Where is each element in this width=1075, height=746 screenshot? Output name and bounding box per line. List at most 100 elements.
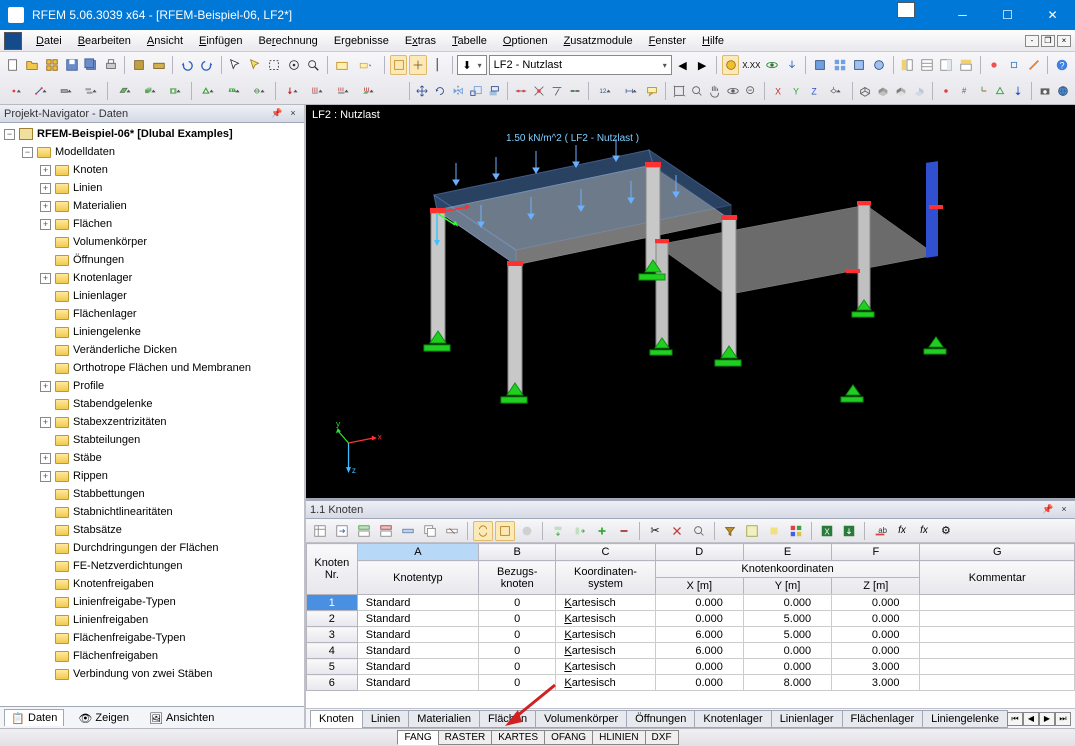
mdi-close[interactable]: × (1057, 35, 1071, 47)
tree-item[interactable]: Stabteilungen (0, 431, 304, 449)
tree-item[interactable]: Knotenfreigaben (0, 575, 304, 593)
tb-library[interactable] (130, 55, 148, 75)
tt-fill-down[interactable] (548, 521, 568, 541)
cell-sys[interactable]: Kartesisch (556, 611, 655, 627)
col-knotentyp[interactable]: Knotentyp (357, 561, 478, 595)
tb-dimension[interactable] (619, 81, 642, 101)
tb-find[interactable] (305, 55, 323, 75)
tb-print[interactable] (102, 55, 120, 75)
ttab-first[interactable]: ⏮ (1007, 712, 1023, 726)
combo-loadcase[interactable]: LF2 - Nutzlast▾ (489, 55, 672, 75)
col-C-letter[interactable]: C (556, 544, 655, 561)
combo-loadcase-icon[interactable]: ⬇▾ (457, 55, 486, 75)
ttab-prev[interactable]: ◀ (1023, 712, 1039, 726)
cell-comment[interactable] (920, 627, 1075, 643)
table-row[interactable]: 3 Standard 0 Kartesisch 6.000 5.000 0.00… (306, 627, 1074, 643)
tree-item[interactable]: Linienlager (0, 287, 304, 305)
tb-load-member[interactable] (331, 81, 354, 101)
tb-join[interactable] (567, 81, 583, 101)
cell-x[interactable]: 0.000 (655, 611, 743, 627)
tb-connect[interactable] (531, 81, 547, 101)
status-tab[interactable]: DXF (645, 730, 679, 745)
tb-memberset[interactable] (79, 81, 102, 101)
col-kommentar[interactable]: Kommentar (920, 561, 1075, 595)
table-tab[interactable]: Volumenkörper (535, 710, 627, 728)
row-number[interactable]: 2 (306, 611, 357, 627)
tree-item[interactable]: +Stäbe (0, 449, 304, 467)
col-E-letter[interactable]: E (743, 544, 831, 561)
tt-subtract[interactable] (614, 521, 634, 541)
cell-z[interactable]: 3.000 (832, 659, 920, 675)
mdi-restore[interactable]: ❐ (1041, 35, 1055, 47)
tb-panel[interactable] (938, 55, 956, 75)
tt-fontcolor[interactable]: ab (870, 521, 890, 541)
table-row[interactable]: 4 Standard 0 Kartesisch 6.000 0.000 0.00… (306, 643, 1074, 659)
tt-find[interactable] (689, 521, 709, 541)
tt-function[interactable]: fx (892, 521, 912, 541)
cell-x[interactable]: 0.000 (655, 675, 743, 691)
tb-orbit[interactable] (725, 81, 741, 101)
minimize-button[interactable]: ─ (940, 0, 985, 30)
cell-sys[interactable]: Kartesisch (556, 627, 655, 643)
cell-comment[interactable] (920, 659, 1075, 675)
table-row[interactable]: 2 Standard 0 Kartesisch 0.000 5.000 0.00… (306, 611, 1074, 627)
table-row[interactable]: 5 Standard 0 Kartesisch 0.000 0.000 3.00… (306, 659, 1074, 675)
cell-ref[interactable]: 0 (479, 595, 556, 611)
tree-item[interactable]: +Knoten (0, 161, 304, 179)
tb-save[interactable] (63, 55, 81, 75)
tb-display-solid[interactable] (875, 81, 891, 101)
col-bezug[interactable]: Bezugs-knoten (479, 561, 556, 595)
tt-delete[interactable] (376, 521, 396, 541)
status-tab[interactable]: KARTES (491, 730, 545, 745)
table-pin[interactable]: 📌 (1041, 504, 1055, 516)
menu-ansicht[interactable]: Ansicht (139, 32, 191, 50)
tb-load-line[interactable] (306, 81, 329, 101)
ttab-next[interactable]: ▶ (1039, 712, 1055, 726)
tree-item[interactable]: FE-Netzverdichtungen (0, 557, 304, 575)
cell-z[interactable]: 0.000 (832, 611, 920, 627)
tb-view-iso[interactable] (390, 55, 408, 75)
tb-zoom-prev[interactable] (743, 81, 759, 101)
tree-item[interactable]: Stabnichtlinearitäten (0, 503, 304, 521)
tree-modelldaten-label[interactable]: Modelldaten (55, 146, 115, 158)
tb-globe[interactable] (1055, 81, 1071, 101)
cell-sys[interactable]: Kartesisch (556, 595, 655, 611)
tb-load-surface[interactable] (356, 81, 379, 101)
cell-x[interactable]: 0.000 (655, 595, 743, 611)
navigator-tree[interactable]: − RFEM-Beispiel-06* [Dlubal Examples] − … (0, 123, 304, 706)
data-grid[interactable]: KnotenNr. A B C D E F G Knotentyp Bezugs… (306, 543, 1075, 708)
tb-node[interactable] (4, 81, 27, 101)
expand-icon[interactable]: + (40, 453, 51, 464)
cell-ref[interactable]: 0 (479, 611, 556, 627)
tt-sync-sel2[interactable] (495, 521, 515, 541)
tree-item[interactable]: +Knotenlager (0, 269, 304, 287)
tb-manager[interactable] (43, 55, 61, 75)
tt-table-only[interactable] (742, 521, 762, 541)
tree-item[interactable]: +Stabexzentrizitäten (0, 413, 304, 431)
status-tab[interactable]: RASTER (438, 730, 493, 745)
tb-lc-prev[interactable]: ◀ (674, 55, 692, 75)
menu-tabelle[interactable]: Tabelle (444, 32, 495, 50)
cell-comment[interactable] (920, 611, 1075, 627)
tt-mark[interactable] (764, 521, 784, 541)
cell-ref[interactable]: 0 (479, 659, 556, 675)
nav-tab-zeigen[interactable]: 👁Zeigen (72, 710, 135, 726)
cell-type[interactable]: Standard (357, 659, 478, 675)
expand-icon[interactable]: + (40, 381, 51, 392)
tb-hinge[interactable] (247, 81, 270, 101)
tb-calc-all[interactable] (831, 55, 849, 75)
cell-z[interactable]: 0.000 (832, 643, 920, 659)
cell-y[interactable]: 0.000 (743, 643, 831, 659)
tb-display-render[interactable] (893, 81, 909, 101)
tree-item[interactable]: +Profile (0, 377, 304, 395)
tt-import-excel[interactable] (839, 521, 859, 541)
tb-tables[interactable] (918, 55, 936, 75)
tb-mirror[interactable] (450, 81, 466, 101)
tt-cut[interactable]: ✂ (645, 521, 665, 541)
cell-y[interactable]: 0.000 (743, 659, 831, 675)
tree-item[interactable]: Öffnungen (0, 251, 304, 269)
tt-select-row[interactable] (398, 521, 418, 541)
row-number[interactable]: 4 (306, 643, 357, 659)
nav-tab-ansichten[interactable]: 🖼Ansichten (143, 710, 220, 726)
menu-zusatzmodule[interactable]: Zusatzmodule (556, 32, 641, 50)
